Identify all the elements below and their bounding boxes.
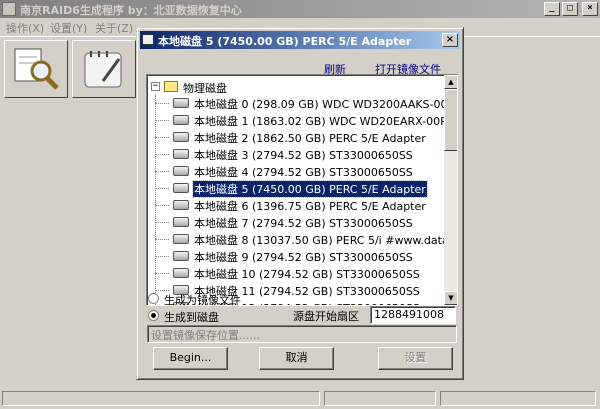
dialog-app-icon bbox=[142, 34, 154, 45]
tree-branch-line bbox=[155, 171, 169, 172]
tree-item-label: 本地磁盘 5 (7450.00 GB) PERC 5/E Adapter bbox=[192, 180, 428, 198]
app-icon bbox=[2, 2, 16, 16]
tree-branch-line bbox=[155, 154, 169, 155]
begin-button[interactable]: Begin... bbox=[153, 347, 228, 370]
tree-item-label: 本地磁盘 4 (2794.52 GB) ST33000650SS bbox=[194, 166, 413, 179]
notepad-icon bbox=[84, 51, 122, 88]
tree-branch-line bbox=[155, 120, 169, 121]
scroll-up-icon[interactable]: ▲ bbox=[444, 75, 457, 89]
hard-disk-icon bbox=[173, 98, 189, 108]
disk-select-dialog: 本地磁盘 5 (7450.00 GB) PERC 5/E Adapter × 刷… bbox=[136, 27, 464, 380]
hard-disk-icon bbox=[173, 183, 189, 193]
radio-label-image-file: 生成为镜像文件 bbox=[164, 294, 241, 307]
main-title-bar: 南京RAID6生成程序 by：北亚数据恢复中心 _ □ × bbox=[0, 0, 600, 18]
tree-vertical-scrollbar[interactable]: ▲ ▼ bbox=[444, 75, 457, 305]
tree-branch-line bbox=[155, 103, 169, 104]
tree-branch-line bbox=[155, 273, 169, 274]
scroll-down-icon[interactable]: ▼ bbox=[444, 291, 457, 305]
hard-disk-icon bbox=[173, 217, 189, 227]
tree-item-label: 本地磁盘 2 (1862.50 GB) PERC 5/E Adapter bbox=[194, 132, 426, 145]
hard-disk-icon bbox=[173, 115, 189, 125]
tree-branch-line bbox=[155, 205, 169, 206]
tree-branch-line bbox=[155, 256, 169, 257]
main-window-title: 南京RAID6生成程序 by：北亚数据恢复中心 bbox=[20, 4, 242, 17]
hard-disk-icon bbox=[173, 251, 189, 261]
radio-button-icon[interactable] bbox=[148, 310, 159, 321]
tree-branch-line bbox=[155, 188, 169, 189]
hard-disk-icon bbox=[173, 234, 189, 244]
disk-tree[interactable]: − 物理磁盘 本地磁盘 0 (298.09 GB) WDC WD3200AAKS… bbox=[146, 74, 458, 306]
tree-item-label: 本地磁盘 3 (2794.52 GB) ST33000650SS bbox=[194, 149, 413, 162]
hard-disk-icon bbox=[173, 268, 189, 278]
source-start-sector-input[interactable]: 1288491008 bbox=[370, 306, 456, 324]
source-start-sector-label: 源盘开始扇区 bbox=[293, 310, 359, 323]
tree-item-label: 本地磁盘 0 (298.09 GB) WDC WD3200AAKS-00VYA0 bbox=[194, 98, 444, 111]
status-pane-3 bbox=[440, 391, 596, 406]
hard-disk-icon bbox=[173, 200, 189, 210]
tree-item-label: 本地磁盘 6 (1396.75 GB) PERC 5/E Adapter bbox=[194, 200, 426, 213]
menu-settings[interactable]: 设置(Y) bbox=[50, 20, 87, 36]
image-save-path-input[interactable]: 设置镜像保存位置...... bbox=[147, 325, 457, 343]
collapse-icon[interactable]: − bbox=[151, 82, 160, 91]
folder-icon bbox=[164, 81, 178, 92]
minimize-button[interactable]: _ bbox=[544, 2, 560, 16]
tree-branch-line bbox=[155, 222, 169, 223]
dialog-close-button[interactable]: × bbox=[442, 33, 458, 47]
status-pane-2 bbox=[324, 391, 436, 406]
menu-about[interactable]: 关于(Z) bbox=[95, 20, 133, 36]
tree-branch-line bbox=[155, 239, 169, 240]
tree-item-label: 本地磁盘 7 (2794.52 GB) ST33000650SS bbox=[194, 217, 413, 230]
tree-branch-line bbox=[155, 290, 169, 291]
hard-disk-icon bbox=[173, 166, 189, 176]
dialog-title-bar: 本地磁盘 5 (7450.00 GB) PERC 5/E Adapter × bbox=[140, 31, 460, 49]
tree-item-label: 本地磁盘 9 (2794.52 GB) ST33000650SS bbox=[194, 251, 413, 264]
settings-button[interactable]: 设置 bbox=[378, 347, 453, 370]
dialog-title: 本地磁盘 5 (7450.00 GB) PERC 5/E Adapter bbox=[158, 35, 412, 48]
close-button[interactable]: × bbox=[582, 2, 598, 16]
hard-disk-icon bbox=[173, 132, 189, 142]
status-pane-1 bbox=[2, 391, 320, 406]
cancel-button[interactable]: 取消 bbox=[259, 347, 334, 370]
toolbar-search-disk-button[interactable] bbox=[4, 40, 68, 98]
toolbar-write-button[interactable] bbox=[72, 40, 136, 98]
radio-label-to-disk: 生成到磁盘 bbox=[164, 311, 219, 324]
tree-branch-line bbox=[155, 137, 169, 138]
magnifier-disk-icon bbox=[14, 48, 59, 90]
radio-button-icon[interactable] bbox=[148, 293, 159, 304]
hard-disk-icon bbox=[173, 149, 189, 159]
tree-root-label: 物理磁盘 bbox=[183, 82, 227, 95]
tree-item-label: 本地磁盘 8 (13037.50 GB) PERC 5/i #www.datah… bbox=[194, 234, 444, 247]
scroll-thumb[interactable] bbox=[444, 89, 457, 151]
tree-item-label: 本地磁盘 1 (1863.02 GB) WDC WD20EARX-00P bbox=[194, 115, 444, 128]
menu-operate[interactable]: 操作(X) bbox=[6, 20, 44, 36]
maximize-button[interactable]: □ bbox=[562, 2, 578, 16]
tree-item-label: 本地磁盘 10 (2794.52 GB) ST33000650SS bbox=[194, 268, 420, 281]
status-bar bbox=[0, 389, 600, 409]
